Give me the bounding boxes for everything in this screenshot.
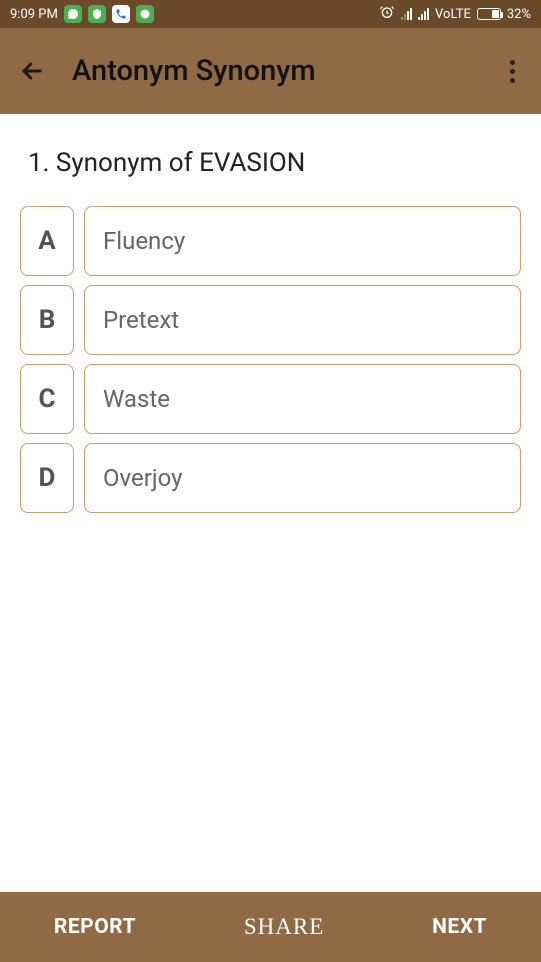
- option-row-a: A Fluency: [20, 206, 521, 276]
- status-right: VoLTE 32%: [379, 4, 531, 24]
- question-prompt: 1. Synonym of EVASION: [20, 148, 521, 178]
- status-left: 9:09 PM: [10, 5, 154, 23]
- dot-icon: [510, 78, 515, 83]
- battery-pct: 32%: [507, 7, 531, 22]
- dot-icon: [510, 69, 515, 74]
- option-row-b: B Pretext: [20, 285, 521, 355]
- option-row-c: C Waste: [20, 364, 521, 434]
- phone-icon: [112, 5, 130, 23]
- battery-icon: [477, 8, 501, 20]
- content-area: 1. Synonym of EVASION A Fluency B Pretex…: [0, 114, 541, 892]
- status-bar: 9:09 PM VoLTE 32%: [0, 0, 541, 28]
- option-row-d: D Overjoy: [20, 443, 521, 513]
- bottom-bar: REPORT SHARE NEXT: [0, 892, 541, 962]
- option-text-d[interactable]: Overjoy: [84, 443, 521, 513]
- dot-icon: [510, 60, 515, 65]
- more-menu-button[interactable]: [502, 52, 523, 91]
- next-button[interactable]: NEXT: [412, 905, 507, 949]
- option-text-c[interactable]: Waste: [84, 364, 521, 434]
- back-button[interactable]: [18, 57, 46, 85]
- signal-icon-1: [401, 8, 412, 20]
- option-text-b[interactable]: Pretext: [84, 285, 521, 355]
- whatsapp-icon: [64, 5, 82, 23]
- volte-label: VoLTE: [435, 7, 471, 22]
- status-time: 9:09 PM: [10, 7, 58, 22]
- alarm-icon: [379, 4, 395, 24]
- report-button[interactable]: REPORT: [34, 905, 156, 949]
- app-bar: Antonym Synonym: [0, 28, 541, 114]
- shield-icon: [88, 5, 106, 23]
- option-letter-b[interactable]: B: [20, 285, 74, 355]
- option-letter-d[interactable]: D: [20, 443, 74, 513]
- page-title: Antonym Synonym: [72, 54, 316, 88]
- signal-icon-2: [418, 8, 429, 20]
- option-text-a[interactable]: Fluency: [84, 206, 521, 276]
- option-letter-c[interactable]: C: [20, 364, 74, 434]
- option-letter-a[interactable]: A: [20, 206, 74, 276]
- share-button[interactable]: SHARE: [224, 904, 344, 950]
- message-icon: [136, 5, 154, 23]
